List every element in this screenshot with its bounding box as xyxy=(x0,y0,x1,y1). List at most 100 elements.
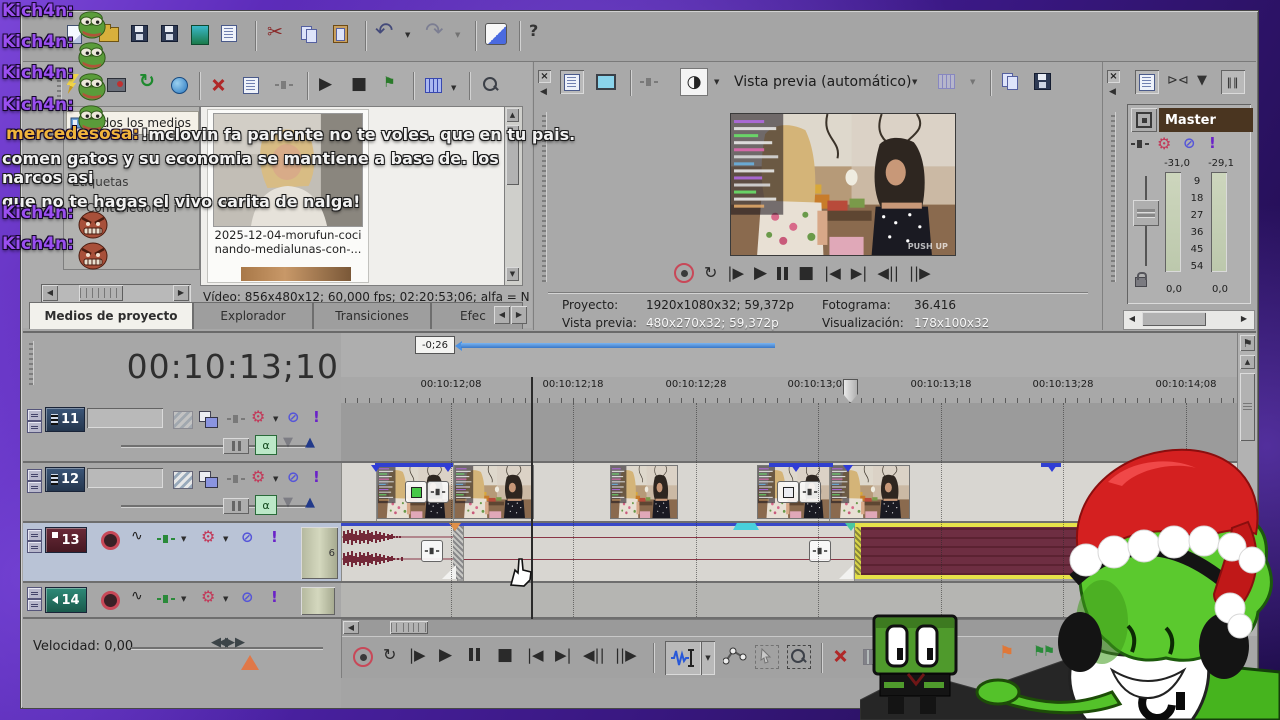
scroll-right-button[interactable]: ▶ xyxy=(1238,313,1250,325)
event-marker[interactable] xyxy=(443,465,453,472)
make-parent-button[interactable]: ▲ xyxy=(305,496,315,509)
track-restore-button[interactable] xyxy=(27,481,42,493)
import-media-button[interactable] xyxy=(191,25,209,45)
undo-button[interactable]: ↶ xyxy=(375,21,393,43)
interactive-tutorials-button[interactable] xyxy=(485,23,507,45)
event-pan-crop-icon[interactable] xyxy=(405,481,427,503)
scroll-up-button[interactable]: ▲ xyxy=(506,108,519,122)
play-from-start-button[interactable]: |▶ xyxy=(727,265,744,281)
fade-handle[interactable] xyxy=(839,565,853,579)
track-fx-dropdown[interactable]: ▼ xyxy=(273,415,278,423)
level-slider-thumb[interactable] xyxy=(223,438,249,454)
new-project-button[interactable] xyxy=(67,25,82,44)
mixer-hscrollbar[interactable]: ◀ ▶ xyxy=(1123,310,1255,330)
preview-quality-button[interactable]: ◑ xyxy=(680,68,708,96)
selection-tool-button[interactable] xyxy=(755,645,779,669)
loop-playback-button[interactable]: ↻ xyxy=(704,265,717,281)
scrub-shuttle-handle[interactable]: ◀◀ ▶▶ xyxy=(211,636,245,649)
loop-region-bar[interactable] xyxy=(461,343,775,348)
master-fader-thumb[interactable] xyxy=(1133,200,1159,226)
track-header-13[interactable]: 13 ∿ ▼ ⚙ ▼ ⊘ ! 6 xyxy=(23,523,341,581)
go-to-end-button[interactable]: ▶| xyxy=(851,265,868,281)
bolt-icon[interactable] xyxy=(66,74,79,94)
track-name-field[interactable] xyxy=(87,468,163,488)
compositing-mode-button[interactable] xyxy=(199,471,218,488)
pause-button[interactable] xyxy=(777,266,789,280)
play-button[interactable]: ▶ xyxy=(754,264,767,282)
media-list-scrollbar[interactable]: ▲ ▼ xyxy=(504,106,523,286)
scroll-left-button[interactable]: ◀ xyxy=(343,621,359,634)
tab-scroll-right[interactable]: ▶ xyxy=(511,306,527,324)
help-button[interactable]: ? xyxy=(529,23,538,39)
bus-fx-button[interactable] xyxy=(1131,108,1157,132)
media-item-next-partial[interactable] xyxy=(241,267,351,281)
save-project-button[interactable] xyxy=(131,25,148,42)
tree-item-tags[interactable]: Etiquetas xyxy=(72,175,129,189)
open-project-button[interactable] xyxy=(99,24,119,42)
region-marker[interactable] xyxy=(733,523,759,530)
mixer-properties-button[interactable] xyxy=(1135,70,1159,94)
dock-grip[interactable] xyxy=(57,68,62,102)
bypass-motion-blur-button[interactable] xyxy=(173,411,193,429)
stop-button[interactable]: ■ xyxy=(798,264,814,282)
preview-mode-dropdown[interactable]: ▼ xyxy=(912,78,917,86)
close-icon[interactable]: × xyxy=(1107,70,1120,83)
scroll-thumb[interactable] xyxy=(1142,312,1206,326)
media-ungroup-button[interactable] xyxy=(275,81,293,89)
track-restore-button[interactable] xyxy=(27,599,42,611)
save-snapshot-button[interactable] xyxy=(1034,73,1051,90)
tab-project-media[interactable]: Medios de proyecto xyxy=(29,302,193,329)
loop-playback-button[interactable]: ↻ xyxy=(383,647,396,663)
solo-button[interactable]: ! xyxy=(271,530,278,545)
redo-dropdown[interactable]: ▼ xyxy=(455,31,460,39)
copy-button[interactable] xyxy=(301,26,317,43)
previous-frame-button[interactable]: ◀|| xyxy=(583,648,605,663)
record-button[interactable] xyxy=(353,647,373,667)
make-child-button[interactable]: ▼ xyxy=(283,436,293,449)
solo-button[interactable]: ! xyxy=(313,470,320,485)
media-autopreview-button[interactable]: ⚑ xyxy=(383,76,396,90)
dim-output-button[interactable]: ▼ xyxy=(1197,74,1207,87)
go-to-start-button[interactable]: |◀ xyxy=(824,265,841,281)
scroll-thumb[interactable] xyxy=(390,621,428,634)
downmix-button[interactable]: ⊳⊲ xyxy=(1167,74,1189,87)
scroll-left-button[interactable]: ◀ xyxy=(1126,313,1138,325)
event-fx-icon[interactable] xyxy=(799,481,821,503)
event-marker[interactable] xyxy=(371,465,381,472)
redo-button[interactable]: ↷ xyxy=(425,21,443,43)
play-button[interactable]: ▶ xyxy=(439,647,452,664)
bus-label-bar[interactable]: Master xyxy=(1159,108,1253,132)
automation-button[interactable]: ⚙ xyxy=(201,529,215,545)
level-slider-track[interactable] xyxy=(121,445,307,447)
media-play-button[interactable]: ▶ xyxy=(319,76,332,93)
mute-button[interactable]: ⊘ xyxy=(241,530,254,545)
previous-frame-button[interactable]: ◀|| xyxy=(877,265,899,281)
automation-button[interactable]: ⚙ xyxy=(201,589,215,605)
go-to-start-button[interactable]: |◀ xyxy=(527,648,544,663)
dock-grip[interactable] xyxy=(542,112,547,282)
track-header-12[interactable]: 12 ⚙ ▼ ⊘ ! α ▼ ▲ xyxy=(23,463,341,521)
panel-collapse-arrow[interactable]: ◀ xyxy=(45,74,52,83)
composite-alpha-icon[interactable]: α xyxy=(255,435,277,455)
scroll-thumb[interactable] xyxy=(79,285,123,301)
event-fx-icon[interactable] xyxy=(427,481,449,503)
cut-button[interactable]: ✂ xyxy=(267,23,283,42)
pan-crop-button[interactable] xyxy=(227,475,245,483)
pin-icon[interactable]: ◀ xyxy=(1109,88,1116,97)
external-monitor-button[interactable] xyxy=(596,74,616,90)
next-frame-button[interactable]: ||▶ xyxy=(615,648,637,663)
solo-button[interactable]: ! xyxy=(271,590,278,605)
track-volume-fader[interactable] xyxy=(301,587,335,615)
event-fx-icon[interactable] xyxy=(809,540,831,562)
track-number[interactable]: 14 xyxy=(45,587,87,613)
playhead-marker-head[interactable] xyxy=(843,379,858,403)
track-restore-button[interactable] xyxy=(27,541,42,553)
delete-button[interactable] xyxy=(833,649,847,663)
tree-hscrollbar[interactable]: ◀ ▶ xyxy=(41,284,191,304)
scroll-down-button[interactable]: ▼ xyxy=(506,267,519,281)
event-pan-crop-icon[interactable] xyxy=(777,481,799,503)
bus-mute-button[interactable]: ⊘ xyxy=(1183,136,1196,151)
track-fx-button[interactable]: ⚙ xyxy=(251,409,265,425)
media-stop-button[interactable]: ■ xyxy=(351,76,367,93)
invert-phase-button[interactable]: ∿ xyxy=(131,589,143,603)
